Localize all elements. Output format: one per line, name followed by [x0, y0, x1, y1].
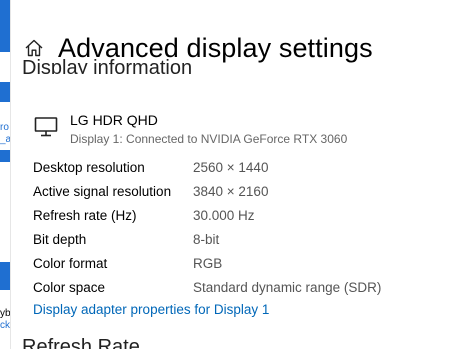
info-label: Refresh rate (Hz) [33, 208, 137, 223]
desktop-icon-fragment [0, 0, 10, 52]
info-value: 3840 × 2160 [193, 184, 269, 199]
monitor-icon [34, 116, 58, 138]
info-label: Bit depth [33, 232, 87, 247]
info-label: Desktop resolution [33, 160, 145, 175]
desktop-icon-fragment [0, 262, 10, 290]
info-row-bit-depth: Bit depth 8-bit [33, 232, 463, 254]
info-row-color-space: Color space Standard dynamic range (SDR) [33, 280, 463, 302]
section-title: Display information [22, 57, 193, 74]
info-value: 30.000 Hz [193, 208, 255, 223]
info-row-desktop-resolution: Desktop resolution 2560 × 1440 [33, 160, 463, 182]
info-value: RGB [193, 256, 223, 271]
monitor-connection: Display 1: Connected to NVIDIA GeForce R… [70, 132, 348, 146]
info-label: Color space [33, 280, 106, 295]
info-row-color-format: Color format RGB [33, 256, 463, 278]
info-value: 8-bit [193, 232, 220, 247]
desktop-icon-fragment [0, 82, 10, 102]
info-value: Standard dynamic range (SDR) [193, 280, 382, 295]
info-label: Active signal resolution [33, 184, 172, 199]
monitor-name: LG HDR QHD [70, 112, 158, 128]
display-adapter-properties-link[interactable]: Display adapter properties for Display 1 [33, 302, 269, 317]
desktop-icon-fragment [0, 150, 10, 162]
desktop-background-strip: ro _a yb ck [0, 0, 11, 349]
refresh-rate-section-title: Refresh Rate [22, 336, 140, 349]
desktop-label-fragment: ro [0, 122, 9, 133]
desktop-label-fragment: ck [0, 320, 10, 331]
info-row-refresh-rate: Refresh rate (Hz) 30.000 Hz [33, 208, 463, 230]
info-label: Color format [33, 256, 108, 271]
info-value: 2560 × 1440 [193, 160, 269, 175]
info-row-active-signal-resolution: Active signal resolution 3840 × 2160 [33, 184, 463, 206]
desktop-label-fragment: _a [0, 134, 11, 145]
desktop-label-fragment: yb [0, 308, 11, 319]
